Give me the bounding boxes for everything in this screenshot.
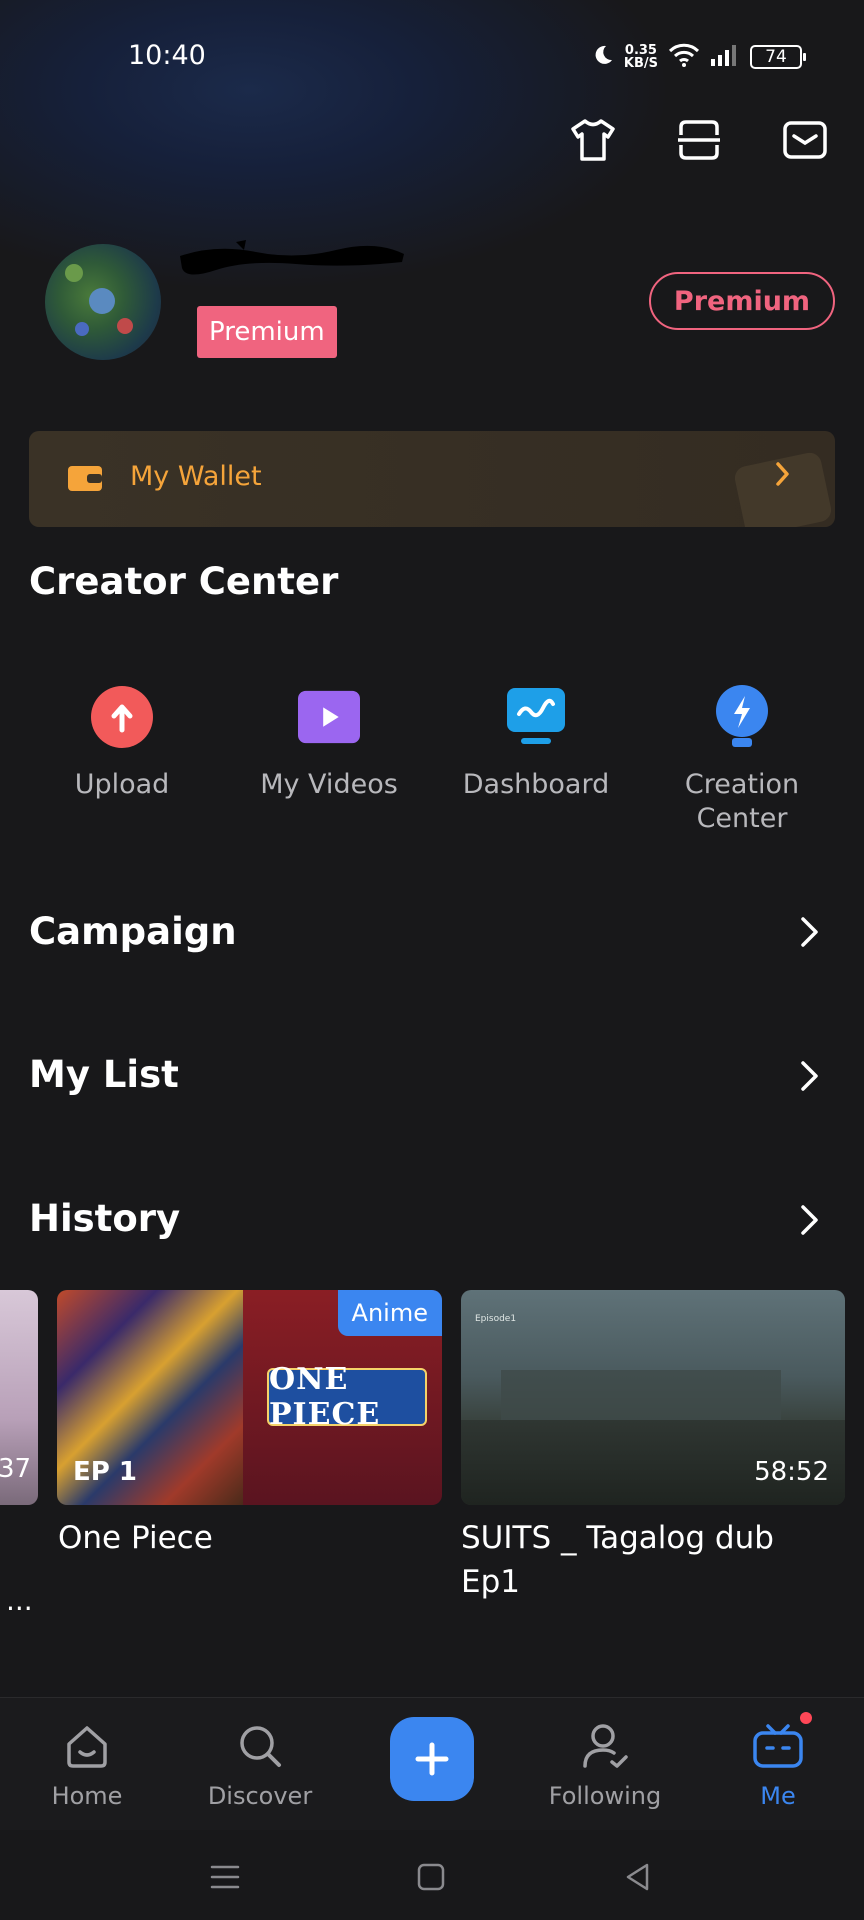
one-piece-logo: ONE PIECE [267, 1362, 427, 1432]
partial-title-ellipsis: ... [6, 1584, 33, 1617]
scan-icon[interactable] [674, 115, 724, 165]
wallet-label: My Wallet [130, 461, 262, 492]
mail-icon[interactable] [780, 115, 830, 165]
back-icon[interactable] [620, 1860, 654, 1894]
status-time: 10:40 [128, 40, 206, 71]
nav-following[interactable]: Following [540, 1718, 670, 1810]
episode-label: EP 1 [73, 1457, 137, 1487]
video-icon [298, 686, 360, 748]
notification-dot [800, 1712, 812, 1724]
premium-button[interactable]: Premium [649, 272, 835, 330]
bottom-navigation: Home Discover Following Me [0, 1697, 864, 1830]
battery-indicator: 74 [750, 45, 806, 69]
status-icons: 0.35 KB/S 74 [590, 42, 806, 72]
tv-icon [750, 1712, 812, 1774]
nav-home[interactable]: Home [22, 1718, 152, 1810]
status-bar: 10:40 0.35 KB/S 74 [0, 0, 864, 110]
tshirt-icon[interactable] [568, 115, 618, 165]
wallet-icon [67, 463, 103, 493]
upload-icon [91, 686, 153, 748]
anime-tag: Anime [337, 1290, 442, 1336]
card-title[interactable]: SUITS _ Tagalog dub Ep1 [461, 1516, 841, 1604]
history-card-one-piece[interactable]: ONE PIECE Anime EP 1 [57, 1290, 442, 1505]
create-button[interactable] [390, 1717, 474, 1801]
moon-icon [590, 43, 614, 71]
history-card-suits[interactable]: Episode1 58:52 [461, 1290, 845, 1505]
history-list: 37 ... ONE PIECE Anime EP 1 One Piece Ep… [0, 1290, 864, 1620]
system-navigation-bar [0, 1830, 864, 1920]
creator-center-title: Creator Center [29, 560, 339, 603]
campaign-title[interactable]: Campaign [29, 910, 237, 953]
chevron-right-icon [775, 461, 791, 494]
home-icon [59, 1718, 115, 1774]
wallet-card[interactable]: My Wallet [29, 431, 835, 527]
signal-icon [710, 43, 740, 71]
menu-icon[interactable] [208, 1860, 242, 1894]
dashboard-icon [505, 686, 567, 748]
nav-discover[interactable]: Discover [195, 1718, 325, 1810]
my-list-title[interactable]: My List [29, 1053, 179, 1096]
creator-my-videos[interactable]: My Videos [229, 676, 429, 802]
creator-center-grid: Upload My Videos Dashboard Creation Cent… [0, 676, 864, 846]
lightbulb-icon [711, 685, 773, 748]
creator-dashboard[interactable]: Dashboard [436, 676, 636, 802]
creator-upload[interactable]: Upload [22, 676, 222, 802]
history-title[interactable]: History [29, 1197, 180, 1240]
partial-duration: 37 [0, 1454, 32, 1484]
wifi-icon [668, 42, 700, 72]
duration-label: 58:52 [754, 1457, 829, 1487]
header-actions [568, 115, 830, 165]
suits-overlay-text: Episode1 [475, 1314, 517, 1324]
home-square-icon[interactable] [414, 1860, 448, 1894]
chevron-right-icon[interactable] [798, 915, 822, 949]
avatar[interactable] [45, 244, 161, 360]
user-icon [577, 1718, 633, 1774]
creator-creation-center[interactable]: Creation Center [642, 676, 842, 836]
network-speed: 0.35 KB/S [623, 43, 658, 71]
suits-scene-building [501, 1370, 781, 1420]
search-icon [232, 1718, 288, 1774]
card-title[interactable]: One Piece [58, 1516, 438, 1560]
nav-me[interactable]: Me [713, 1712, 843, 1810]
plus-icon [415, 1742, 449, 1776]
chevron-right-icon[interactable] [798, 1059, 822, 1093]
premium-tag: Premium [197, 306, 337, 358]
username-redacted [180, 240, 404, 275]
chevron-right-icon[interactable] [798, 1203, 822, 1237]
